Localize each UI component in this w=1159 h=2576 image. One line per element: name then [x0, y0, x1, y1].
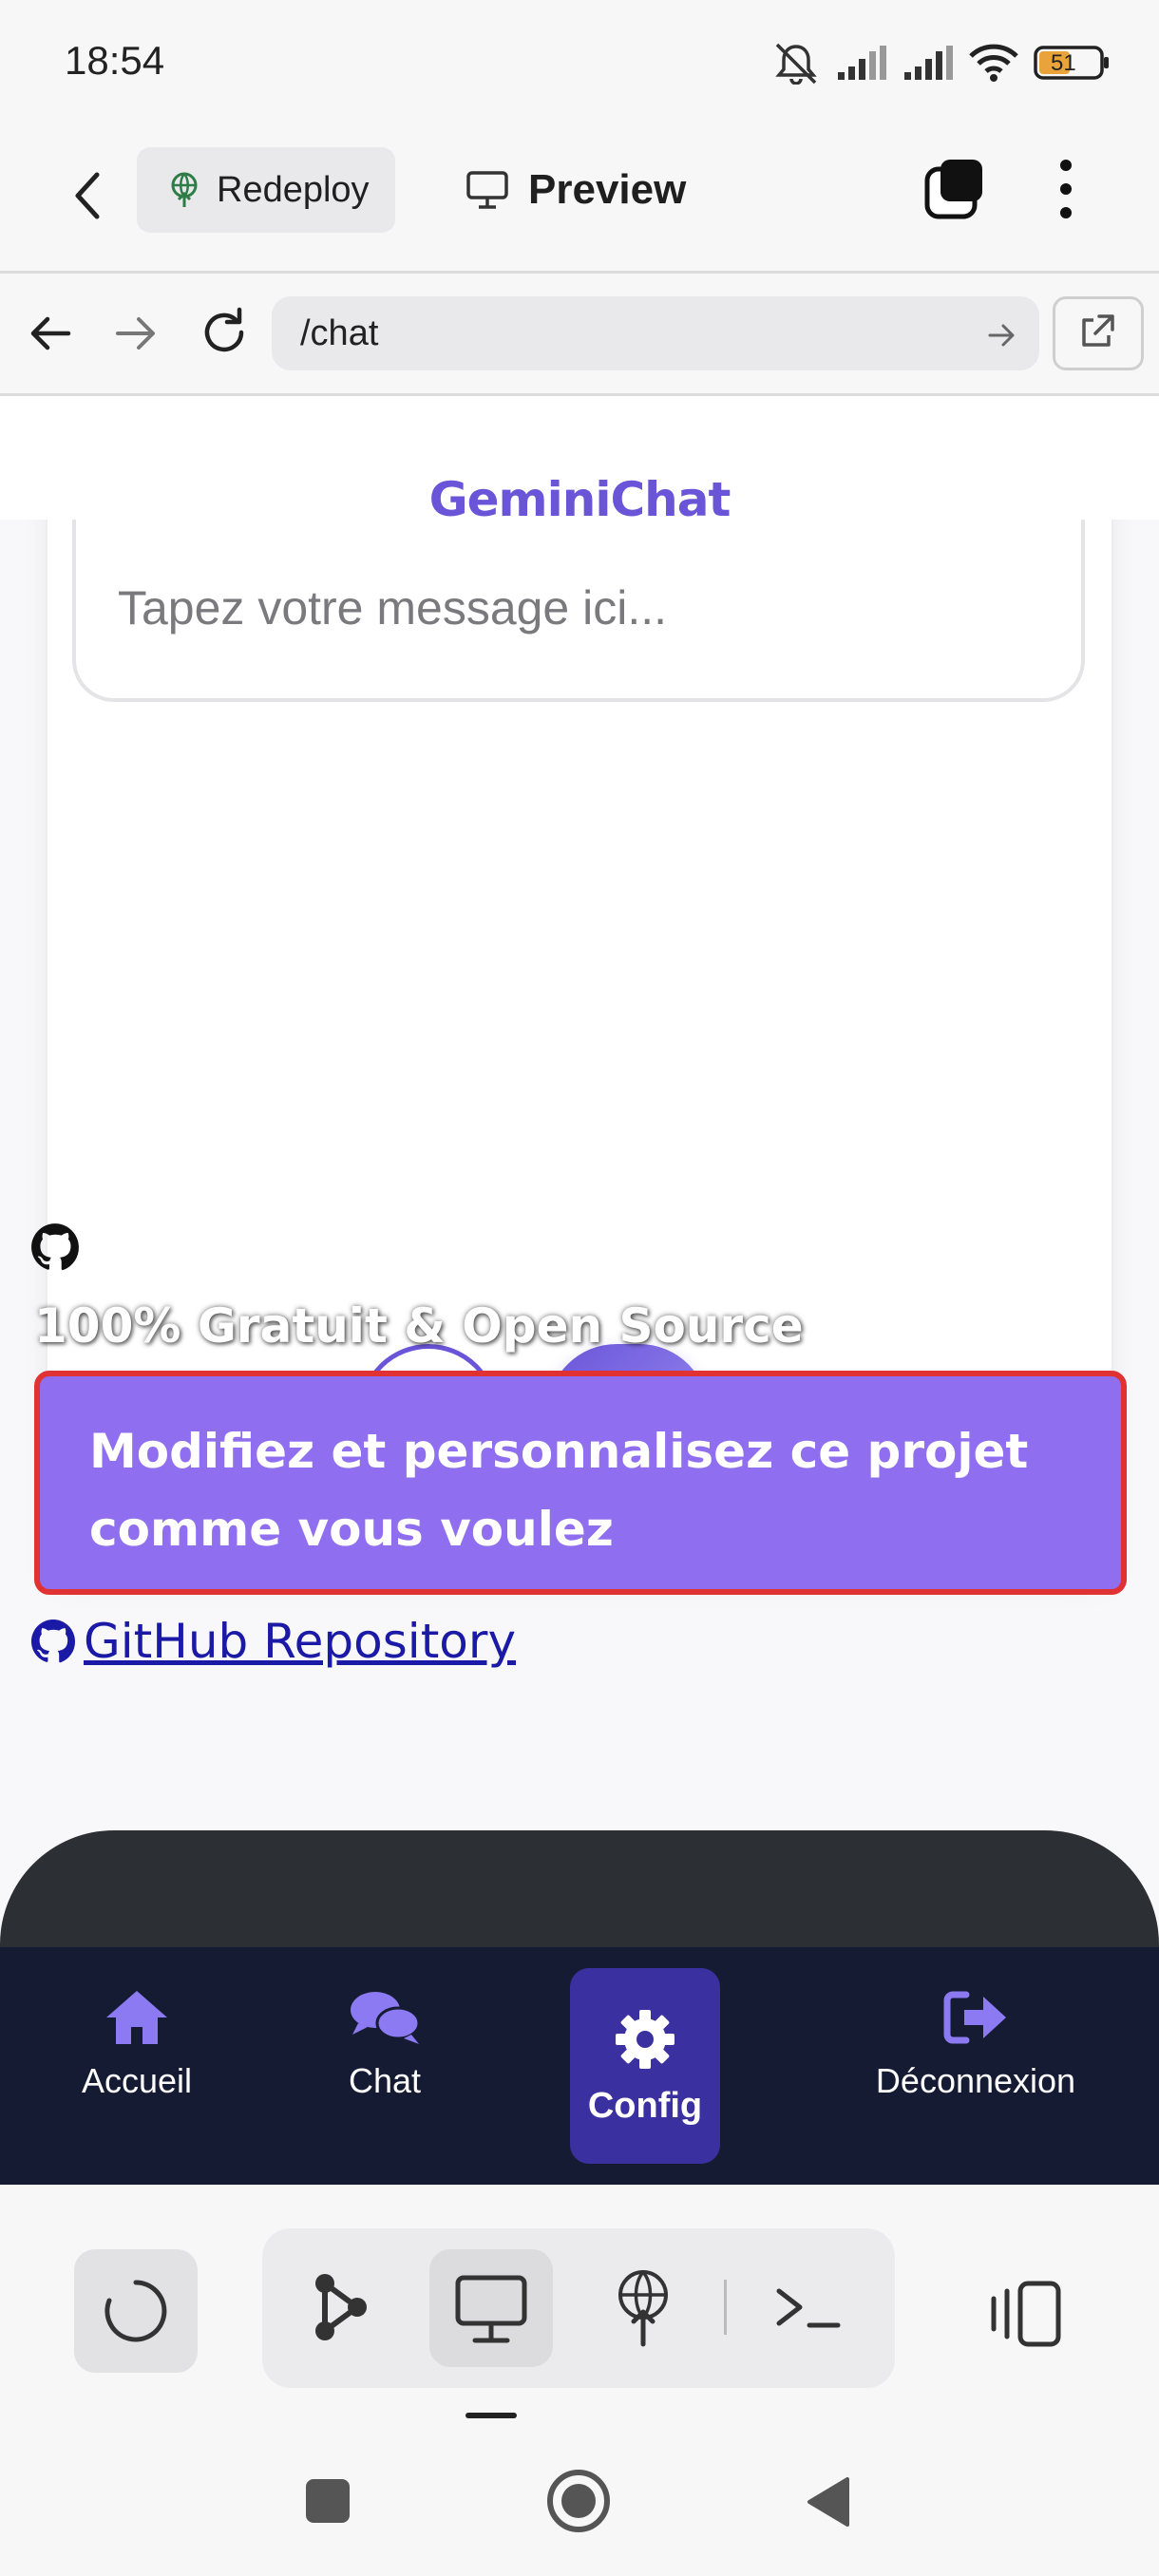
nav-item-label: Déconnexion	[875, 2061, 1076, 2100]
github-icon	[30, 1619, 76, 1664]
nav-item-chat[interactable]: Chat	[304, 1987, 466, 2101]
panels-button[interactable]	[982, 2276, 1068, 2352]
customize-banner: Modifiez et personnalisez ce projet comm…	[34, 1371, 1127, 1595]
customize-text: Modifiez et personnalisez ce projet comm…	[89, 1424, 1029, 1557]
battery-level: 51	[1051, 50, 1076, 76]
deploy-icon	[165, 171, 203, 209]
github-repository-link[interactable]: GitHub Repository	[30, 1614, 516, 1669]
workflow-button[interactable]	[300, 2266, 382, 2348]
go-arrow-icon[interactable]	[986, 319, 1018, 351]
browser-reload-button[interactable]	[198, 306, 251, 359]
external-link-icon	[1082, 314, 1114, 347]
more-vertical-icon	[1060, 160, 1072, 218]
home-circle-icon	[547, 2470, 610, 2532]
monitor-icon	[455, 2275, 527, 2343]
status-icons: 51	[771, 36, 1112, 89]
gear-icon	[612, 2006, 678, 2073]
reload-icon	[204, 307, 244, 352]
loading-button[interactable]	[74, 2249, 198, 2373]
spinner-icon	[104, 2280, 167, 2342]
nav-item-logout[interactable]: Déconnexion	[855, 1987, 1096, 2101]
status-bar: 18:54 51	[0, 0, 1159, 123]
message-placeholder: Tapez votre message ici...	[118, 581, 668, 635]
arrow-right-icon	[116, 317, 155, 350]
chat-icon	[347, 1987, 423, 2048]
logout-icon	[941, 1987, 1010, 2048]
battery-icon: 51	[1034, 45, 1112, 81]
open-external-button[interactable]	[1053, 296, 1144, 370]
redeploy-label: Redeploy	[217, 169, 370, 210]
nav-item-label: Chat	[348, 2061, 422, 2100]
back-button[interactable]	[61, 167, 118, 224]
arrow-left-icon	[30, 316, 71, 350]
system-back-button[interactable]	[804, 2475, 851, 2529]
deploy-icon	[618, 2270, 668, 2347]
preview-label: Preview	[528, 166, 687, 213]
home-indicator	[466, 2413, 517, 2418]
nav-item-label: Config	[587, 2085, 703, 2126]
triangle-back-icon	[808, 2477, 849, 2527]
redeploy-button[interactable]: Redeploy	[137, 147, 395, 233]
chevron-left-icon	[75, 172, 100, 219]
github-link-label: GitHub Repository	[84, 1614, 517, 1669]
terminal-icon	[776, 2288, 841, 2328]
status-time: 18:54	[65, 38, 165, 83]
monitor-icon	[466, 170, 509, 210]
signal-icon	[836, 44, 887, 82]
wifi-icon	[969, 43, 1018, 83]
site-header: GeminiChat	[0, 396, 1159, 527]
home-icon	[103, 1987, 171, 2048]
panels-icon	[991, 2281, 1061, 2347]
tabs-button[interactable]	[922, 156, 988, 222]
app-bar: Redeploy Preview	[0, 123, 1159, 274]
browser-forward-button[interactable]	[112, 310, 160, 357]
separator	[724, 2280, 727, 2335]
tool-group	[262, 2228, 895, 2388]
more-options-button[interactable]	[1045, 156, 1087, 222]
mute-icon	[771, 41, 821, 85]
bottom-nav: Accueil Chat Config Déconnexion	[0, 1947, 1159, 2185]
github-icon	[30, 1222, 80, 1272]
preview-button[interactable]: Preview	[466, 147, 686, 233]
site-title: GeminiChat	[428, 472, 732, 527]
ide-toolbar	[0, 2185, 1159, 2413]
signal-2-icon	[902, 44, 954, 82]
recents-button[interactable]	[306, 2479, 350, 2523]
open-source-text: 100% Gratuit & Open Source	[34, 1298, 804, 1354]
preview-tool-button[interactable]	[429, 2249, 553, 2367]
browser-back-button[interactable]	[27, 310, 74, 357]
system-nav	[0, 2422, 1159, 2576]
browser-bar: /chat	[0, 274, 1159, 396]
terminal-button[interactable]	[766, 2266, 851, 2348]
deploy-tool-button[interactable]	[600, 2264, 686, 2350]
nav-item-label: Accueil	[81, 2061, 193, 2100]
tabs-icon	[924, 160, 982, 219]
nav-item-home[interactable]: Accueil	[57, 1987, 217, 2101]
home-button[interactable]	[545, 2468, 612, 2534]
nav-item-config[interactable]: Config	[570, 1968, 720, 2164]
web-content: Tapez votre message ici... GeminiChat 10…	[0, 396, 1159, 2185]
url-text: /chat	[300, 313, 379, 353]
url-field[interactable]: /chat	[272, 296, 1039, 370]
graph-icon	[315, 2274, 367, 2340]
